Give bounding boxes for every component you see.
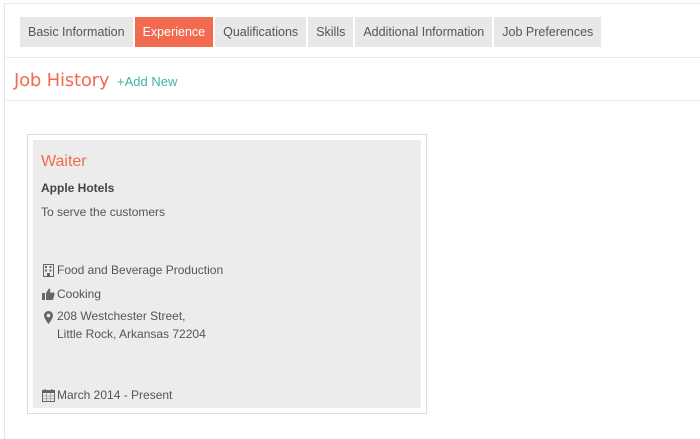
section-title: Job History xyxy=(14,70,110,91)
calendar-icon xyxy=(41,388,55,402)
job-card-body: Waiter Apple Hotels To serve the custome… xyxy=(33,140,421,408)
address-row: 208 Westchester Street, Little Rock, Ark… xyxy=(41,307,206,343)
tab-basic-information[interactable]: Basic Information xyxy=(20,17,133,47)
industry-row: Food and Beverage Production xyxy=(41,263,223,277)
date-row: March 2014 - Present xyxy=(41,388,172,402)
job-title: Waiter xyxy=(41,153,87,170)
tab-skills[interactable]: Skills xyxy=(308,17,354,47)
tab-job-preferences[interactable]: Job Preferences xyxy=(494,17,602,47)
tab-qualifications[interactable]: Qualifications xyxy=(215,17,307,47)
industry-label: Food and Beverage Production xyxy=(57,263,224,277)
thumbs-up-icon xyxy=(41,287,55,301)
tab-additional-information[interactable]: Additional Information xyxy=(355,17,493,47)
address-line-2: Little Rock, Arkansas 72204 xyxy=(57,327,206,341)
add-new-link[interactable]: +Add New xyxy=(117,74,177,89)
address-line-1: 208 Westchester Street, xyxy=(57,309,186,323)
skill-label: Cooking xyxy=(57,287,102,301)
building-icon xyxy=(41,263,55,277)
divider xyxy=(5,57,700,58)
map-marker-icon xyxy=(41,310,55,324)
company-name: Apple Hotels xyxy=(41,181,115,195)
job-card: Waiter Apple Hotels To serve the custome… xyxy=(27,134,427,414)
date-range: March 2014 - Present xyxy=(57,388,173,402)
tab-experience[interactable]: Experience xyxy=(134,17,214,47)
job-description: To serve the customers xyxy=(41,205,166,219)
divider xyxy=(5,100,700,101)
skill-row: Cooking xyxy=(41,287,101,301)
profile-tabs: Basic Information Experience Qualificati… xyxy=(20,17,602,47)
